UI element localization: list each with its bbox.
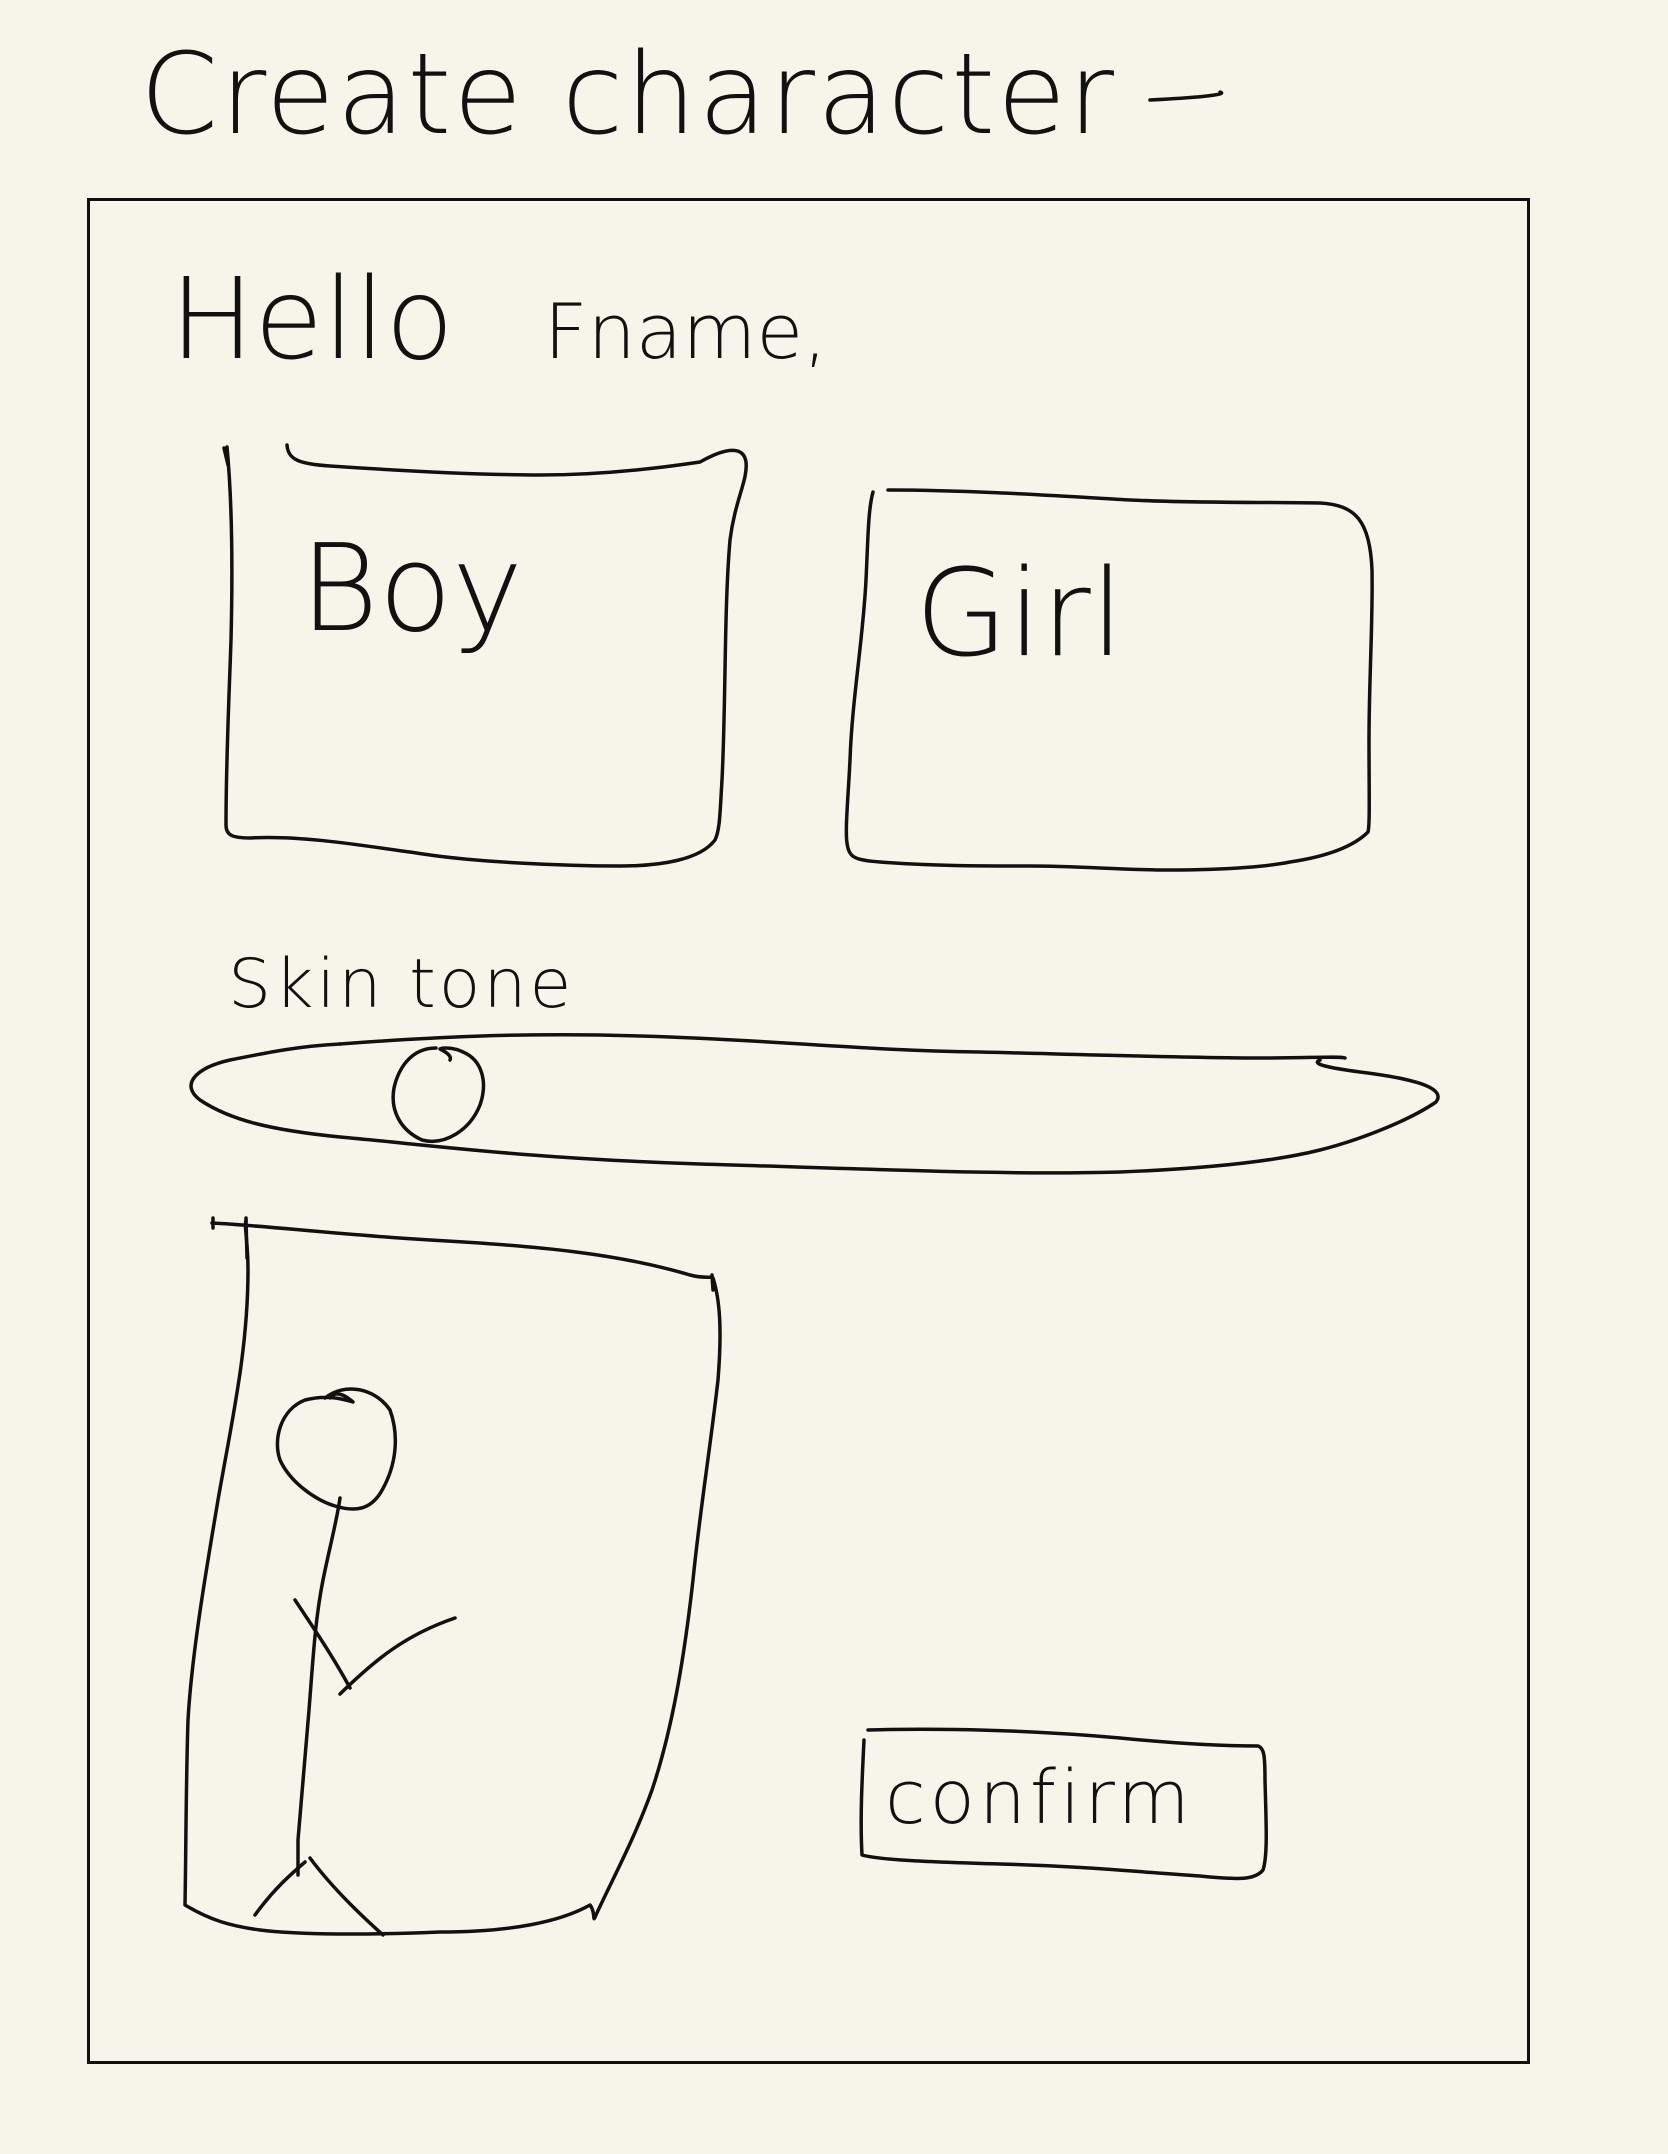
figure-right-leg — [308, 1856, 385, 1937]
character-preview — [185, 1220, 725, 1940]
greeting: Hello Fname, — [170, 255, 827, 385]
figure-body — [296, 1496, 342, 1877]
title-tail-stroke — [1148, 90, 1224, 102]
figure-left-arm — [293, 1598, 352, 1690]
skin-tone-slider[interactable] — [190, 1040, 1440, 1175]
page-title: Create character — [140, 30, 1117, 160]
girl-button-label: Girl — [915, 545, 1125, 684]
figure-right-arm — [338, 1616, 457, 1696]
greeting-name: Fname, — [543, 287, 828, 376]
figure-left-leg — [253, 1860, 307, 1917]
greeting-hello: Hello — [170, 255, 454, 385]
figure-head — [275, 1387, 398, 1511]
boy-button-label: Boy — [300, 520, 524, 659]
skin-tone-label: Skin tone — [228, 945, 575, 1024]
confirm-button-label: confirm — [885, 1755, 1194, 1841]
skin-tone-slider-thumb[interactable] — [392, 1048, 486, 1144]
stick-figure-icon — [253, 1387, 457, 1937]
